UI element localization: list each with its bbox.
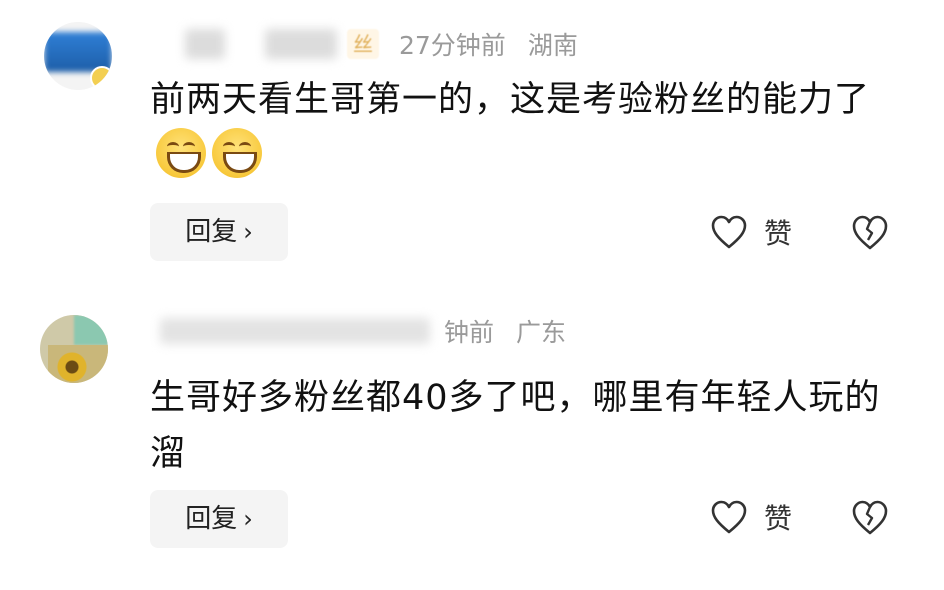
comment-location: 广东: [516, 318, 567, 347]
like-label: 赞: [764, 502, 793, 535]
comment-location: 湖南: [527, 31, 578, 60]
comment-text-body: 前两天看生哥第一的，这是考验粉丝的能力了: [150, 80, 871, 120]
like-label: 赞: [764, 217, 793, 250]
reply-label: 回复: [185, 504, 238, 534]
heart-outline-icon: [711, 500, 747, 534]
fan-badge: 丝: [347, 29, 379, 59]
comment-text: 生哥好多粉丝都40多了吧，哪里有年轻人玩的溜: [150, 378, 881, 474]
comment-item: 钟前 广东 生哥好多粉丝都40多了吧，哪里有年轻人玩的溜 回复 › 赞: [0, 285, 944, 590]
reply-button[interactable]: 回复 ›: [150, 490, 288, 548]
avatar[interactable]: [44, 22, 112, 90]
username-blurred[interactable]: [185, 29, 225, 59]
comment-time: 27分钟前: [399, 31, 506, 60]
comment-meta: 钟前 广东: [160, 313, 566, 349]
comment-time: 钟前: [444, 318, 495, 347]
laughing-emoji-icon: [212, 128, 262, 178]
avatar[interactable]: [40, 315, 108, 383]
avatar-image: [74, 315, 108, 345]
comment-item: 丝 27分钟前 湖南 前两天看生哥第一的，这是考验粉丝的能力了 回复 › 赞: [0, 0, 944, 285]
broken-heart-icon[interactable]: [850, 497, 890, 537]
laughing-emoji-icon: [156, 128, 206, 178]
heart-outline-icon: [711, 215, 747, 249]
chevron-right-icon: ›: [243, 505, 253, 533]
verified-badge-icon: [90, 66, 112, 90]
username-blurred[interactable]: [265, 29, 337, 59]
broken-heart-icon[interactable]: [850, 212, 890, 252]
like-button[interactable]: 赞: [710, 495, 792, 539]
username-blurred[interactable]: [160, 318, 430, 344]
comment-text: 前两天看生哥第一的，这是考验粉丝的能力了: [150, 72, 910, 185]
like-button[interactable]: 赞: [710, 210, 792, 254]
chevron-right-icon: ›: [243, 218, 253, 246]
reply-button[interactable]: 回复 ›: [150, 203, 288, 261]
sunflower-image: [48, 345, 108, 383]
comment-meta: 丝 27分钟前 湖南: [185, 26, 578, 62]
reply-label: 回复: [185, 217, 238, 247]
